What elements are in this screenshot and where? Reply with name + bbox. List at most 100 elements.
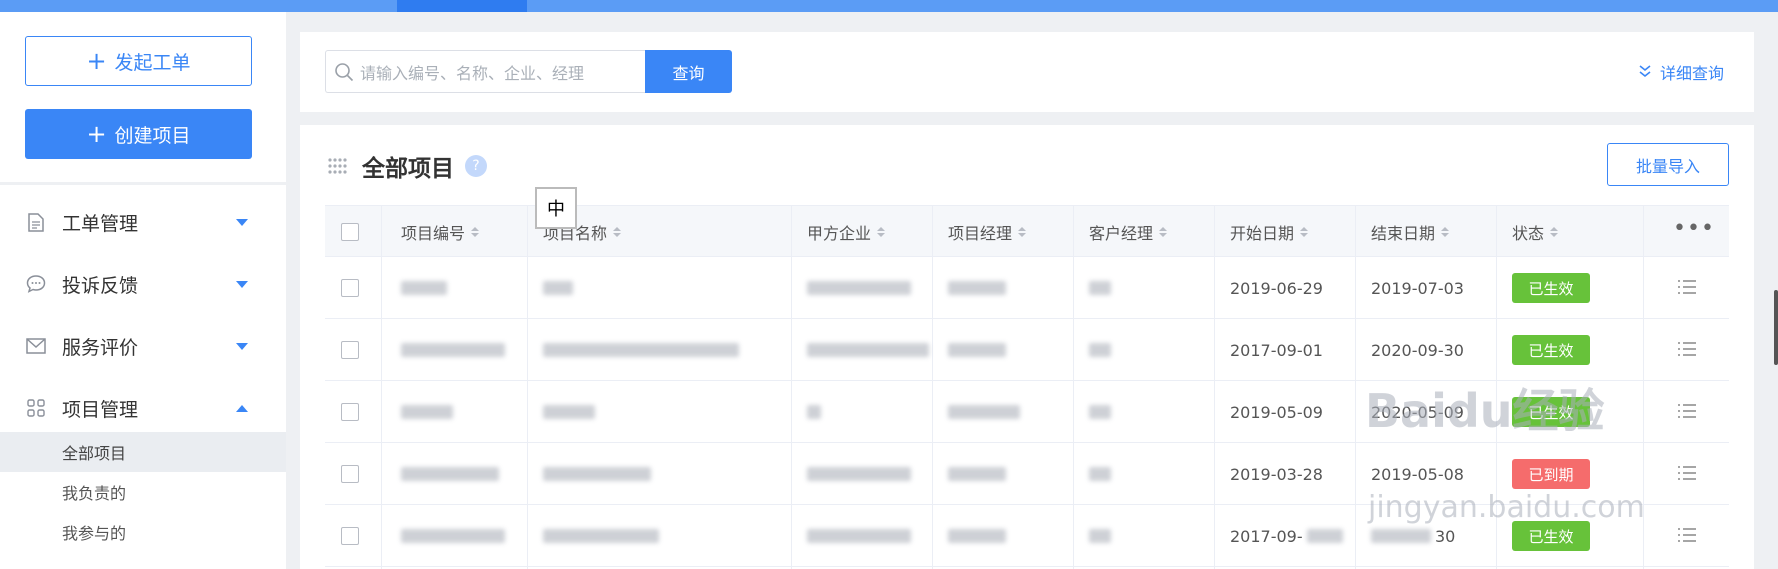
column-header-status[interactable]: 状态: [1512, 206, 1559, 258]
end-date: 2019-07-03: [1371, 278, 1464, 298]
redacted-text: [401, 467, 499, 481]
sidebar-item-complaints[interactable]: 投诉反馈: [0, 264, 286, 304]
column-label: 开始日期: [1230, 224, 1295, 243]
more-icon[interactable]: •••: [1673, 216, 1715, 241]
redacted-text: [1089, 343, 1111, 357]
plus-icon: +: [86, 120, 107, 148]
sort-icon: [1018, 227, 1027, 237]
search-icon: [334, 62, 354, 86]
redacted-text: [807, 343, 929, 357]
redacted-text: [543, 467, 651, 481]
column-header-end-date[interactable]: 结束日期: [1371, 206, 1450, 258]
redacted-text: [948, 343, 1006, 357]
list-icon[interactable]: [1677, 341, 1697, 361]
sidebar-divider: [0, 182, 286, 185]
status-badge: 已到期: [1512, 459, 1590, 489]
sidebar-subitem-participating[interactable]: 我参与的: [0, 512, 286, 552]
sidebar-subitem-mine[interactable]: 我负责的: [0, 472, 286, 512]
redacted-text: [401, 405, 453, 419]
redacted-text: [543, 343, 739, 357]
list-icon[interactable]: [1677, 403, 1697, 423]
redacted-text: [948, 467, 1006, 481]
page-title: 全部项目: [362, 156, 454, 182]
sort-icon: [1300, 227, 1309, 237]
redacted-text: [948, 281, 1006, 295]
column-label: 项目编号: [401, 224, 466, 243]
batch-import-button[interactable]: 批量导入: [1607, 143, 1729, 186]
sidebar-item-projects[interactable]: 项目管理: [0, 388, 286, 428]
redacted-text: [807, 281, 911, 295]
redacted-text: [807, 529, 911, 543]
redacted-text: [543, 405, 595, 419]
table-row[interactable]: 2019-06-29 2019-07-03 已生效: [325, 257, 1729, 319]
scrollbar-handle[interactable]: [1774, 290, 1778, 365]
column-header-company[interactable]: 甲方企业: [807, 206, 886, 258]
detail-query-link[interactable]: 详细查询: [1638, 60, 1724, 84]
baidu-watermark: Baidu经验: [1365, 384, 1605, 438]
sort-icon: [877, 227, 886, 237]
query-button[interactable]: 查询: [645, 50, 732, 93]
start-date: 2019-05-09: [1230, 402, 1323, 422]
sidebar: + 发起工单 + 创建项目 工单管理 投诉反馈 服务评价 项目管理 全部项目 我…: [0, 12, 286, 569]
double-chevron-down-icon: [1638, 63, 1652, 82]
redacted-text: [401, 529, 505, 543]
help-icon[interactable]: ?: [465, 155, 487, 177]
list-icon[interactable]: [1677, 465, 1697, 485]
column-header-start-date[interactable]: 开始日期: [1230, 206, 1309, 258]
list-icon[interactable]: [1677, 279, 1697, 299]
start-date: 2017-09-: [1230, 505, 1343, 567]
redacted-text: [807, 405, 821, 419]
select-all-checkbox[interactable]: [341, 223, 359, 241]
sort-icon: [1550, 227, 1559, 237]
column-header-code[interactable]: 项目编号: [401, 206, 480, 258]
column-label: 结束日期: [1371, 224, 1436, 243]
sort-icon: [613, 227, 622, 237]
sort-icon: [1159, 227, 1168, 237]
redacted-text: [1089, 467, 1111, 481]
list-icon[interactable]: [1677, 527, 1697, 547]
row-checkbox[interactable]: [341, 279, 359, 297]
plus-icon: +: [86, 47, 107, 75]
redacted-text: [1089, 405, 1111, 419]
start-date-text: 2017-09-: [1230, 526, 1303, 546]
column-header-project-manager[interactable]: 项目经理: [948, 206, 1027, 258]
search-panel: 请输入编号、名称、企业、经理 查询 详细查询: [300, 32, 1754, 112]
sidebar-item-service-review[interactable]: 服务评价: [0, 326, 286, 366]
search-placeholder: 请输入编号、名称、企业、经理: [360, 63, 585, 83]
sidebar-item-tickets[interactable]: 工单管理: [0, 202, 286, 242]
sidebar-item-label: 服务评价: [62, 336, 139, 359]
redacted-text: [1089, 281, 1111, 295]
row-checkbox[interactable]: [341, 341, 359, 359]
column-label: 项目经理: [948, 224, 1013, 243]
row-checkbox[interactable]: [341, 403, 359, 421]
status-badge: 已生效: [1512, 521, 1590, 551]
redacted-text: [1306, 529, 1343, 543]
start-date: 2019-06-29: [1230, 278, 1323, 298]
chevron-down-icon: [236, 218, 248, 226]
redacted-text: [1089, 529, 1111, 543]
search-input[interactable]: 请输入编号、名称、企业、经理: [325, 50, 645, 93]
sidebar-item-label: 项目管理: [62, 398, 139, 421]
row-checkbox[interactable]: [341, 527, 359, 545]
create-project-label: 创建项目: [114, 124, 191, 147]
redacted-text: [543, 529, 659, 543]
column-header-account-manager[interactable]: 客户经理: [1089, 206, 1168, 258]
redacted-text: [543, 281, 573, 295]
status-badge: 已生效: [1512, 273, 1590, 303]
redacted-text: [401, 343, 505, 357]
sidebar-subitem-all-projects[interactable]: 全部项目: [0, 432, 286, 472]
chevron-down-icon: [236, 342, 248, 350]
apps-icon: [26, 398, 46, 418]
start-date: 2017-09-01: [1230, 340, 1323, 360]
column-label: 客户经理: [1089, 224, 1154, 243]
detail-query-label: 详细查询: [1659, 64, 1724, 83]
create-project-button[interactable]: + 创建项目: [25, 109, 252, 159]
drag-grid-icon: [327, 157, 347, 179]
create-ticket-button[interactable]: + 发起工单: [25, 36, 252, 86]
end-date-text: 30: [1435, 526, 1456, 546]
redacted-text: [948, 405, 1020, 419]
baidu-watermark-url: jingyan.baidu.com: [1368, 490, 1645, 525]
row-checkbox[interactable]: [341, 465, 359, 483]
ime-indicator: 中: [535, 187, 577, 229]
table-row[interactable]: 2017-09-01 2020-09-30 已生效: [325, 319, 1729, 381]
